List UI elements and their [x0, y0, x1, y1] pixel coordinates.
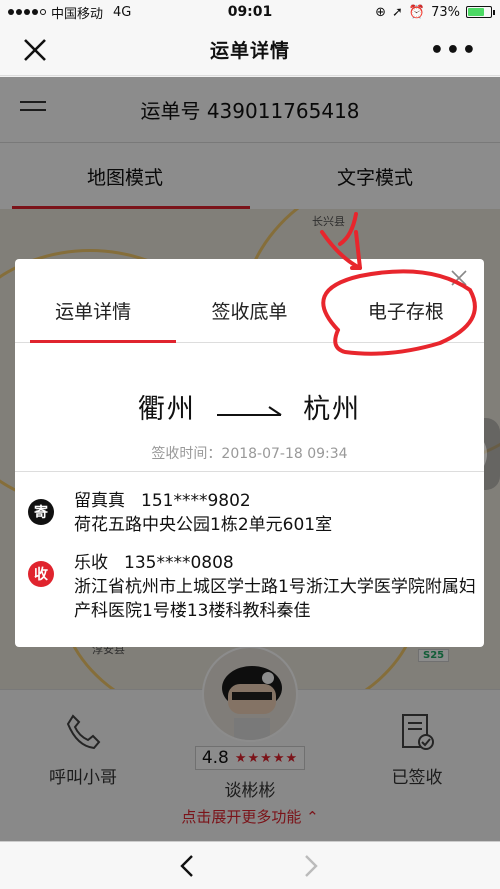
sender-address: 荷花五路中央公园1栋2单元601室 [74, 515, 333, 535]
more-icon[interactable]: ••• [430, 38, 478, 63]
tab-electronic-stub[interactable]: 电子存根 [328, 279, 484, 342]
tab-signed-receipt[interactable]: 签收底单 [171, 279, 327, 342]
modal-tabs: 运单详情 签收底单 电子存根 [15, 279, 484, 343]
route: 衢州 杭州 [15, 387, 484, 426]
receiver-name: 乐收 [74, 553, 108, 573]
receiver-info: 收 乐收 135****0808 浙江省杭州市上城区学士路1号浙江大学医学院附属妇… [28, 551, 478, 623]
tab-waybill-detail[interactable]: 运单详情 [15, 279, 171, 342]
receiver-badge: 收 [28, 561, 54, 587]
active-tab-indicator [30, 340, 176, 343]
lock-rotation-icon: ⊕ [375, 4, 386, 20]
network-label: 4G [113, 4, 132, 20]
sender-phone: 151****9802 [141, 491, 251, 511]
receiver-address: 浙江省杭州市上城区学士路1号浙江大学医学院附属妇产科医院1号楼13楼科教科秦佳 [74, 577, 476, 621]
location-icon: ➚ [392, 4, 403, 20]
signal-icon [8, 9, 46, 15]
status-bar: 中国移动 4G 09:01 ⊕ ➚ ⏰ 73% [0, 0, 500, 24]
sender-badge: 寄 [28, 499, 54, 525]
nav-bar: 运单详情 ••• [0, 24, 500, 76]
waybill-detail-modal: 运单详情 签收底单 电子存根 衢州 杭州 签收时间：2018-07-18 09:… [15, 259, 484, 647]
arrow-right-icon [216, 405, 282, 416]
sender-info: 寄 留真真 151****9802 荷花五路中央公园1栋2单元601室 [28, 489, 478, 537]
forward-icon[interactable] [298, 854, 322, 878]
carrier-label: 中国移动 [51, 6, 104, 22]
origin-city: 衢州 [137, 394, 196, 425]
divider [15, 471, 484, 472]
sign-time: 签收时间：2018-07-18 09:34 [151, 446, 348, 462]
destination-city: 杭州 [303, 394, 362, 425]
page-title: 运单详情 [209, 40, 290, 62]
close-icon[interactable] [22, 37, 48, 63]
receiver-phone: 135****0808 [124, 553, 234, 573]
browser-toolbar [0, 841, 500, 889]
battery-icon [466, 6, 495, 18]
battery-percent: 73% [431, 4, 460, 20]
sender-name: 留真真 [74, 491, 125, 511]
alarm-icon: ⏰ [408, 4, 426, 20]
back-icon[interactable] [176, 854, 200, 878]
